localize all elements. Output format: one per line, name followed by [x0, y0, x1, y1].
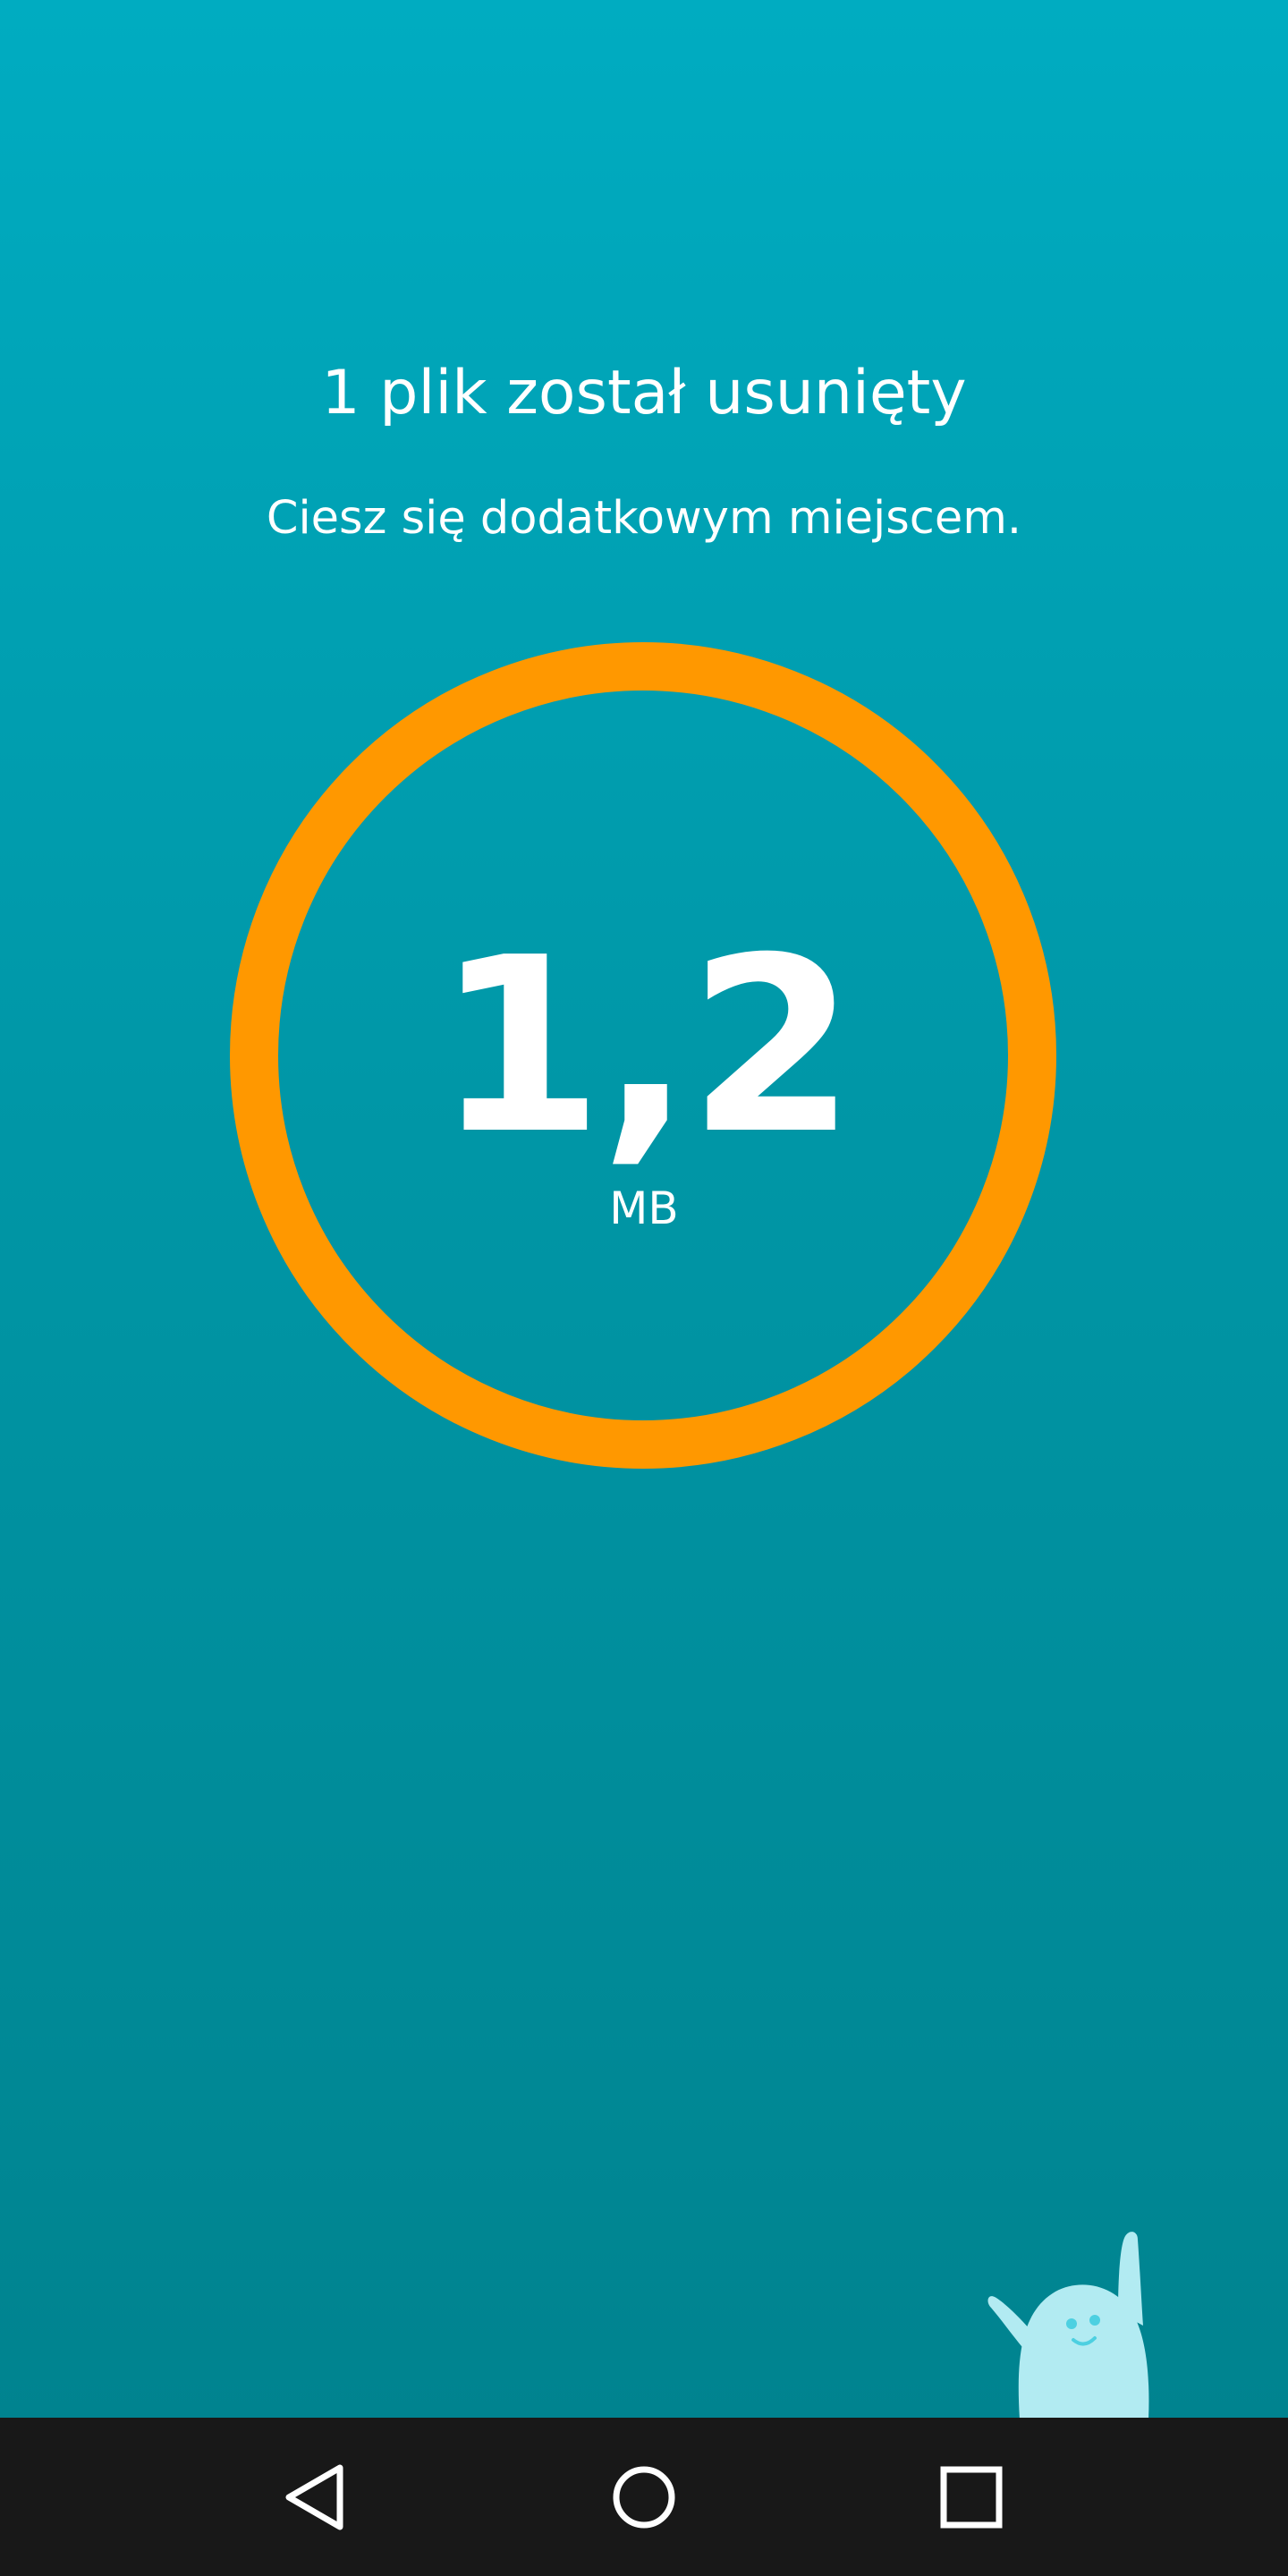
back-triangle-icon [285, 2464, 343, 2530]
back-button[interactable] [265, 2447, 365, 2547]
system-navigation-bar [0, 2418, 1288, 2576]
freed-space-unit: MB [609, 1182, 679, 1234]
cleanup-result-screen: 1 plik został usunięty Ciesz się dodatko… [0, 0, 1288, 2418]
celebrating-mascot-icon [984, 2227, 1181, 2418]
home-button[interactable] [594, 2447, 694, 2547]
result-title: 1 plik został usunięty [321, 358, 967, 428]
home-circle-icon [613, 2466, 675, 2529]
recents-button[interactable] [921, 2447, 1021, 2547]
freed-space-amount: 1,2 [435, 905, 856, 1187]
result-subtitle: Ciesz się dodatkowym miejscem. [266, 492, 1022, 545]
recents-square-icon [940, 2466, 1003, 2529]
